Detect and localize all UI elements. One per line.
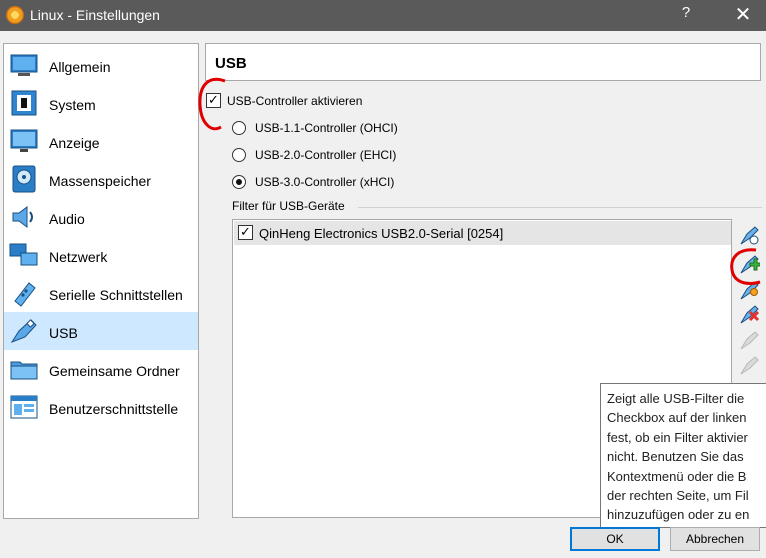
system-icon <box>11 90 37 116</box>
storage-icon <box>12 165 36 193</box>
sidebar-item-label: System <box>49 97 96 113</box>
title-bar: Linux - Einstellungen ? ✕ <box>0 0 766 31</box>
usb-controller-enable-label[interactable]: USB-Controller aktivieren <box>227 94 362 108</box>
help-button[interactable]: ? <box>676 4 696 26</box>
usb11-label[interactable]: USB-1.1-Controller (OHCI) <box>255 121 398 135</box>
usb-filter-tooltip: Zeigt alle USB-Filter die Checkbox auf d… <box>600 383 766 528</box>
sidebar-item-anzeige[interactable]: Anzeige <box>4 122 198 160</box>
audio-icon <box>12 206 33 228</box>
page-header: USB <box>205 43 761 81</box>
add-empty-filter-icon[interactable] <box>738 224 760 246</box>
usb-controller-enable-checkbox[interactable]: ✓ <box>206 93 221 108</box>
group-divider <box>358 207 762 208</box>
serial-ports-icon <box>14 282 36 307</box>
settings-sidebar: Allgemein System Anzeige Massenspeicher … <box>3 43 199 519</box>
edit-filter-icon[interactable] <box>738 279 760 301</box>
usb30-radio[interactable] <box>232 175 246 189</box>
remove-filter-icon[interactable] <box>738 303 760 325</box>
list-item[interactable]: ✓ QinHeng Electronics USB2.0-Serial [025… <box>234 221 731 245</box>
sidebar-item-allgemein[interactable]: Allgemein <box>4 46 198 84</box>
sidebar-item-massenspeicher[interactable]: Massenspeicher <box>4 160 198 198</box>
general-icon <box>10 54 38 76</box>
close-button[interactable]: ✕ <box>730 2 756 28</box>
usb20-label[interactable]: USB-2.0-Controller (EHCI) <box>255 148 396 162</box>
network-icon <box>9 243 38 266</box>
cancel-button[interactable]: Abbrechen <box>670 527 760 551</box>
move-filter-up-icon[interactable] <box>738 329 760 351</box>
filter-label: QinHeng Electronics USB2.0-Serial [0254] <box>259 226 504 241</box>
page-title: USB <box>215 55 247 72</box>
sidebar-item-label: Audio <box>49 211 85 227</box>
sidebar-item-serielle-schnittstellen[interactable]: Serielle Schnittstellen <box>4 274 198 312</box>
tooltip-text: Zeigt alle USB-Filter die Checkbox auf d… <box>607 391 750 523</box>
virtualbox-gear-icon <box>6 6 24 24</box>
sidebar-item-system[interactable]: System <box>4 84 198 122</box>
shared-folders-icon <box>10 361 38 380</box>
usb-filters-title: Filter für USB-Geräte <box>232 199 345 213</box>
filter-enable-checkbox[interactable]: ✓ <box>238 225 253 240</box>
sidebar-item-label: Netzwerk <box>49 249 108 265</box>
sidebar-item-audio[interactable]: Audio <box>4 198 198 236</box>
ok-button[interactable]: OK <box>570 527 660 551</box>
sidebar-item-benutzerschnittstelle[interactable]: Benutzerschnittstelle <box>4 388 198 426</box>
usb-icon <box>10 319 37 344</box>
sidebar-item-label: Gemeinsame Ordner <box>49 363 180 379</box>
usb11-radio[interactable] <box>232 121 246 135</box>
sidebar-item-label: Benutzerschnittstelle <box>49 401 179 417</box>
usb30-label[interactable]: USB-3.0-Controller (xHCI) <box>255 175 394 189</box>
sidebar-item-label: Anzeige <box>49 135 100 151</box>
sidebar-item-label: USB <box>49 325 78 341</box>
sidebar-item-label: Serielle Schnittstellen <box>49 287 183 303</box>
add-device-filter-icon[interactable] <box>738 253 760 275</box>
sidebar-item-netzwerk[interactable]: Netzwerk <box>4 236 198 274</box>
display-icon <box>10 129 38 152</box>
sidebar-item-usb[interactable]: USB <box>4 312 198 350</box>
usb20-radio[interactable] <box>232 148 246 162</box>
sidebar-item-label: Allgemein <box>49 59 111 75</box>
sidebar-item-label: Massenspeicher <box>49 173 151 189</box>
sidebar-item-gemeinsame-ordner[interactable]: Gemeinsame Ordner <box>4 350 198 388</box>
move-filter-down-icon[interactable] <box>738 354 760 376</box>
window-title: Linux - Einstellungen <box>30 7 160 23</box>
user-interface-icon <box>10 395 38 419</box>
